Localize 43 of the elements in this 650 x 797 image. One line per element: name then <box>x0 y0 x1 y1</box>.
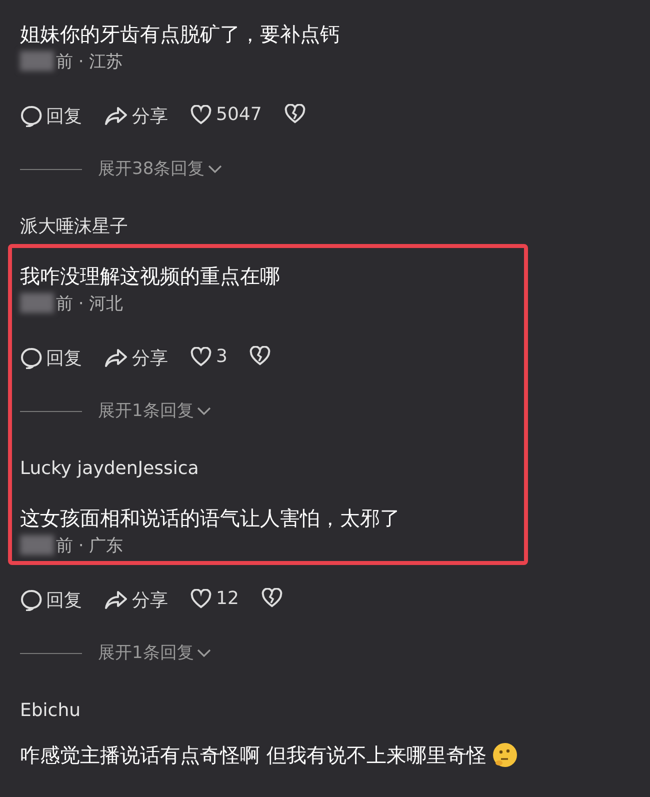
chevron-down-icon <box>206 164 223 174</box>
share-button[interactable]: 分享 <box>104 588 168 612</box>
expand-replies-link[interactable]: 展开1条回复 <box>98 400 212 422</box>
chevron-down-icon <box>196 648 212 658</box>
reply-button[interactable]: 回复 <box>20 104 82 128</box>
expand-replies-link[interactable]: 展开1条回复 <box>98 642 212 664</box>
heart-icon <box>190 588 212 608</box>
comment-icon <box>20 347 42 369</box>
chevron-down-icon <box>196 406 212 416</box>
comment-icon <box>20 105 42 127</box>
heart-icon <box>190 104 212 124</box>
comment-text: 咋感觉主播说话有点奇怪啊 但我有说不上来哪里奇怪 <box>20 743 486 767</box>
broken-heart-icon <box>284 104 306 124</box>
share-icon <box>104 348 128 368</box>
username[interactable]: Ebichu <box>20 700 81 721</box>
share-button[interactable]: 分享 <box>104 104 168 128</box>
comment-text: 姐妹你的牙齿有点脱矿了，要补点钙 <box>20 22 340 46</box>
heart-icon <box>190 346 212 366</box>
expand-replies-link[interactable]: 展开38条回复 <box>98 158 223 180</box>
share-icon <box>104 590 128 610</box>
comment-meta: 前 · 河北 <box>56 293 124 316</box>
username[interactable]: Lucky jaydenJessica <box>20 458 199 479</box>
blurred-text <box>20 535 54 555</box>
comment-meta: 前 · 江苏 <box>56 51 124 74</box>
comment-meta: 前 · 广东 <box>56 535 124 558</box>
comment-icon <box>20 589 42 611</box>
username[interactable]: 派大唾沫星子 <box>20 216 128 237</box>
reply-button[interactable]: 回复 <box>20 346 82 370</box>
broken-heart-icon <box>249 346 272 366</box>
dislike-button[interactable] <box>249 346 272 366</box>
reply-button[interactable]: 回复 <box>20 588 82 612</box>
blurred-text <box>20 293 54 313</box>
dislike-button[interactable] <box>260 588 283 608</box>
share-button[interactable]: 分享 <box>104 346 168 370</box>
blurred-text <box>20 51 54 71</box>
dislike-button[interactable] <box>284 104 306 124</box>
share-icon <box>104 106 128 126</box>
like-button[interactable]: 12 <box>190 588 239 609</box>
like-button[interactable]: 5047 <box>190 104 262 125</box>
broken-heart-icon <box>260 588 283 608</box>
like-button[interactable]: 3 <box>190 346 228 367</box>
comment-text: 这女孩面相和说话的语气让人害怕，太邪了 <box>20 506 400 530</box>
comment-text: 我咋没理解这视频的重点在哪 <box>20 264 280 288</box>
